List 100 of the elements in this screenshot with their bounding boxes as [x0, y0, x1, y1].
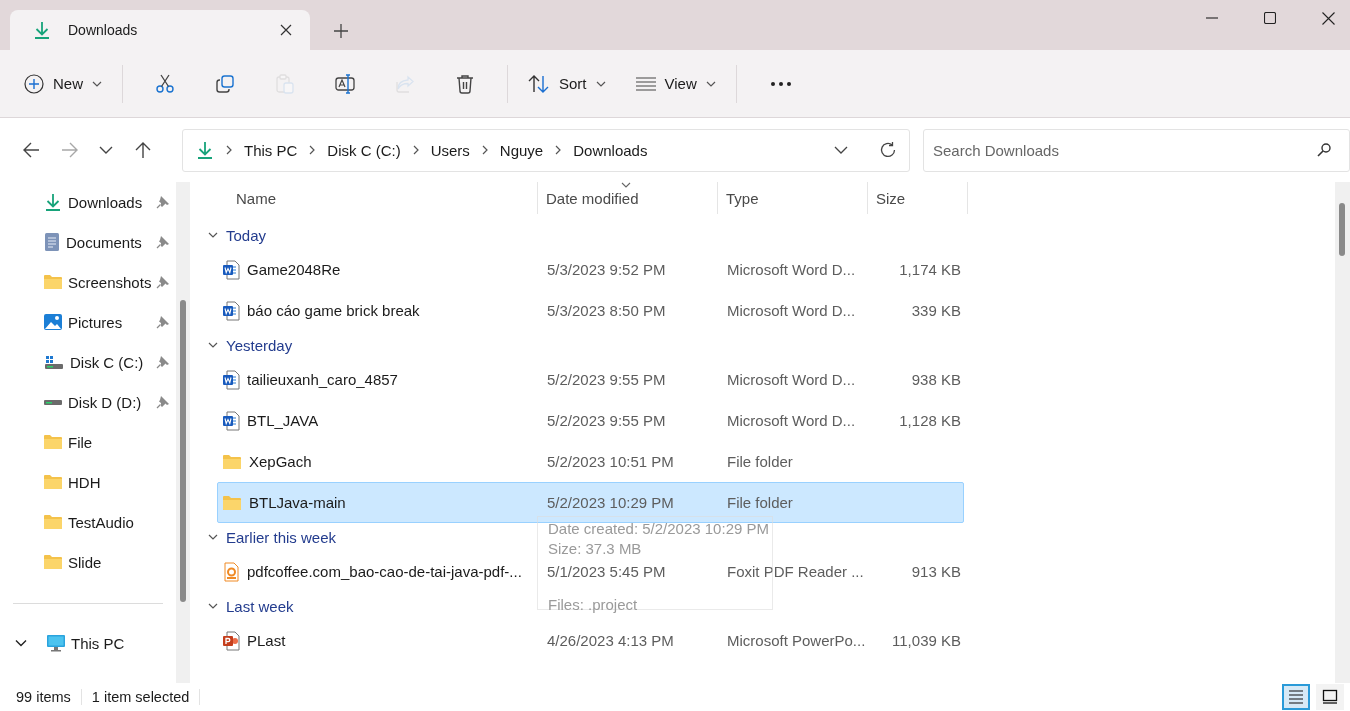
word-document-icon	[222, 259, 240, 280]
sidebar-item[interactable]: Pictures	[0, 302, 176, 342]
refresh-icon[interactable]	[879, 141, 897, 159]
maximize-icon[interactable]	[1264, 12, 1276, 24]
new-button[interactable]: New	[16, 63, 110, 104]
file-type: File folder	[727, 494, 794, 511]
search-field[interactable]: Search Downloads	[923, 128, 1350, 172]
sidebar-item[interactable]: Documents	[0, 222, 176, 262]
up-arrow-icon	[133, 140, 153, 160]
sidebar-item[interactable]: Disk D (D:)	[0, 382, 176, 422]
file-name: Game2048Re	[247, 261, 341, 278]
group-header[interactable]: Today	[195, 221, 273, 249]
word-document-icon	[222, 410, 240, 431]
file-row[interactable]: XepGach 5/2/2023 10:51 PM File folder	[217, 441, 964, 482]
file-type: Microsoft Word D...	[727, 302, 857, 319]
group-header[interactable]: Earlier this week	[195, 523, 343, 551]
file-row[interactable]: BTLJava-main 5/2/2023 10:29 PM File folder	[217, 482, 964, 523]
folder-icon	[222, 493, 242, 512]
sort-arrows-icon	[528, 73, 550, 94]
tooltip-line: Size: 37.3 MB	[548, 540, 643, 557]
sidebar-item[interactable]: Slide	[0, 542, 176, 582]
tab[interactable]: Downloads	[10, 10, 310, 50]
breadcrumb-item[interactable]: This PC	[243, 141, 299, 159]
breadcrumb-item[interactable]: Downloads	[572, 141, 649, 159]
sidebar-item[interactable]: File	[0, 422, 176, 462]
sidebar-item[interactable]: Screenshots	[0, 262, 176, 302]
breadcrumb-item[interactable]: Nguye	[498, 141, 545, 159]
date-modified: 4/26/2023 4:13 PM	[547, 632, 675, 649]
sidebar-item[interactable]: TestAudio	[0, 502, 176, 542]
pictures-icon	[43, 312, 63, 332]
scrollbar[interactable]	[1335, 182, 1350, 683]
file-name: tailieuxanh_caro_4857	[247, 371, 398, 388]
file-row[interactable]: Game2048Re 5/3/2023 9:52 PM Microsoft Word D... 1,174 KB	[217, 249, 964, 290]
view-button[interactable]: View	[627, 63, 724, 104]
item-count: 99 items	[16, 689, 82, 705]
tiles-view-button[interactable]	[1316, 684, 1344, 710]
sidebar-item[interactable]: This PC	[0, 623, 176, 663]
date-modified: 5/2/2023 9:55 PM	[547, 412, 667, 429]
chevron-down-icon[interactable]	[15, 637, 27, 649]
folder-icon	[222, 452, 242, 471]
scrollbar[interactable]	[176, 182, 190, 683]
sidebar-item[interactable]: Disk C (C:)	[0, 342, 176, 382]
details-view-icon	[1288, 689, 1304, 705]
selection-count: 1 item selected	[91, 689, 201, 705]
back-arrow-icon	[22, 140, 42, 160]
file-type: Microsoft Word D...	[727, 371, 857, 388]
file-row[interactable]: báo cáo game brick break 5/3/2023 8:50 PM Microsoft Word D... 339 KB	[217, 290, 964, 331]
word-document-icon	[222, 300, 240, 321]
tooltip-line: Files: .project	[548, 596, 639, 613]
tooltip-line: Date created: 5/2/2023 10:29 PM	[548, 520, 770, 537]
file-row[interactable]: BTL_JAVA 5/2/2023 9:55 PM Microsoft Word D... 1,128 KB	[217, 400, 964, 441]
file-type: File folder	[727, 453, 794, 470]
date-modified: 5/1/2023 5:45 PM	[547, 563, 667, 580]
more-dots-icon	[770, 81, 791, 86]
date-modified: 5/2/2023 10:29 PM	[547, 494, 675, 511]
file-row[interactable]: tailieuxanh_caro_4857 5/2/2023 9:55 PM Microsoft Word D... 938 KB	[217, 359, 964, 400]
forward-arrow-icon	[59, 140, 79, 160]
date-modified: 5/3/2023 8:50 PM	[547, 302, 667, 319]
file-size: 1,128 KB	[898, 412, 962, 429]
download-icon	[32, 20, 52, 40]
sidebar-item[interactable]: HDH	[0, 462, 176, 502]
breadcrumb-item[interactable]: Disk C (C:)	[326, 141, 402, 159]
list-lines-icon	[635, 75, 656, 92]
file-size: 11,039 KB	[891, 632, 962, 649]
file-name: pdfcoffee.com_bao-cao-de-tai-java-pdf-...	[247, 563, 522, 580]
word-document-icon	[222, 369, 240, 390]
date-modified: 5/3/2023 9:52 PM	[547, 261, 667, 278]
address-bar[interactable]: This PC Disk C (C:) Users Nguye Downloads	[182, 128, 910, 172]
column-header[interactable]: Name	[195, 182, 538, 214]
group-header[interactable]: Yesterday	[195, 331, 299, 359]
download-icon	[195, 140, 215, 160]
column-header[interactable]: Type	[718, 182, 868, 214]
folder-icon	[43, 513, 63, 531]
sidebar-item[interactable]: Downloads	[0, 182, 176, 222]
folder-icon	[43, 433, 63, 451]
file-type: Microsoft PowerPo...	[727, 632, 867, 649]
folder-icon	[43, 273, 63, 291]
plus-circle-icon	[24, 73, 44, 94]
pdf-document-icon	[222, 561, 240, 582]
file-size: 938 KB	[910, 371, 962, 388]
column-header[interactable]: Size	[868, 182, 968, 214]
close-icon[interactable]	[280, 24, 292, 36]
breadcrumb-item[interactable]: Users	[429, 141, 471, 159]
file-type: Microsoft Word D...	[727, 412, 857, 429]
tab-label: Downloads	[68, 22, 139, 38]
plus-icon[interactable]	[334, 24, 348, 38]
file-row[interactable]: PLast 4/26/2023 4:13 PM Microsoft PowerPo... 11,039 KB	[217, 620, 964, 661]
column-header[interactable]: Date modified	[538, 182, 718, 214]
file-size: 913 KB	[910, 563, 962, 580]
powerpoint-document-icon	[222, 630, 240, 651]
folder-icon	[43, 553, 63, 571]
close-icon[interactable]	[1322, 11, 1335, 25]
details-view-button[interactable]	[1282, 684, 1310, 710]
file-name: XepGach	[249, 453, 312, 470]
sort-button[interactable]: Sort	[520, 63, 614, 104]
folder-icon	[43, 473, 63, 491]
large-icons-view-icon	[1322, 689, 1338, 705]
group-header[interactable]: Last week	[195, 592, 300, 620]
file-type: Foxit PDF Reader ...	[727, 563, 865, 580]
file-name: BTL_JAVA	[247, 412, 319, 429]
